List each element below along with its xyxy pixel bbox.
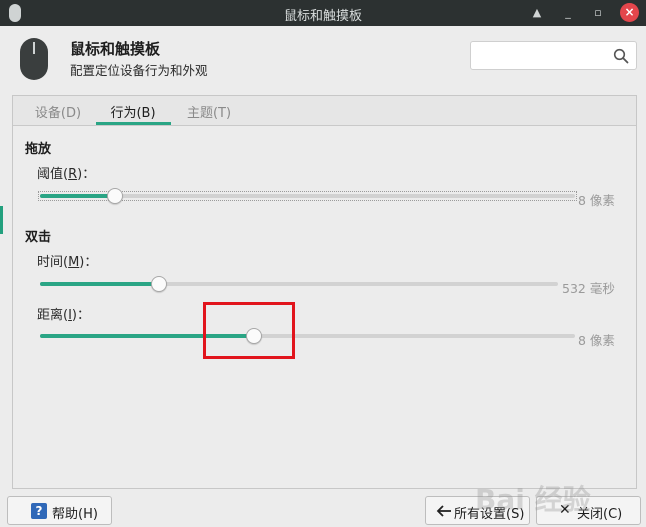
tab-devices[interactable]: 设备(D) [34,102,82,121]
time-value: 532 毫秒 [562,281,615,296]
window-title: 鼠标和触摸板 [283,9,362,24]
tab-behavior[interactable]: 行为(B) [109,102,157,121]
help-icon: ? [31,503,47,519]
threshold-label: 阈值(R)： [37,167,96,182]
distance-value: 8 像素 [578,333,615,348]
arrow-left-icon [436,505,451,517]
watermark: Bai 经验 [475,483,591,516]
close-icon: × [624,5,635,19]
help-button[interactable]: ? 帮助(H) [7,496,112,525]
section-title-double-click: 双击 [25,230,52,245]
tab-bar: 设备(D) 行为(B) 主题(T) [13,96,636,126]
page-title: 鼠标和触摸板 [70,40,161,58]
maximize-button[interactable]: ▫ [588,3,608,23]
minimize-icon: _ [565,6,571,19]
distance-slider[interactable] [40,326,575,346]
page-subtitle: 配置定位设备行为和外观 [70,63,208,78]
title-bar: 鼠标和触摸板 ▲ _ ▫ × [0,0,646,26]
search-box[interactable] [470,41,637,70]
header: 鼠标和触摸板 配置定位设备行为和外观 [0,26,646,92]
search-icon[interactable] [613,48,629,64]
maximize-icon: ▫ [594,6,602,19]
time-slider[interactable] [40,274,558,294]
threshold-value: 8 像素 [578,193,615,208]
time-slider-handle[interactable] [151,276,167,292]
shade-button[interactable]: ▲ [527,3,547,23]
highlight-annotation [203,302,295,359]
section-title-drag: 拖放 [25,142,52,157]
settings-window: 鼠标和触摸板 配置定位设备行为和外观 设备(D) 行为(B) 主题(T) 拖放 … [0,26,646,527]
close-window-button[interactable]: × [620,3,639,22]
time-label: 时间(M)： [37,255,98,270]
search-input[interactable] [477,46,603,66]
background-accent [0,206,3,234]
distance-label: 距离(I)： [37,308,90,323]
mouse-icon [20,38,48,80]
tab-theme[interactable]: 主题(T) [185,102,233,121]
threshold-slider-handle[interactable] [107,188,123,204]
threshold-slider[interactable] [38,186,577,206]
minimize-button[interactable]: _ [558,3,578,23]
shade-icon: ▲ [532,6,542,19]
active-tab-indicator [96,122,171,125]
